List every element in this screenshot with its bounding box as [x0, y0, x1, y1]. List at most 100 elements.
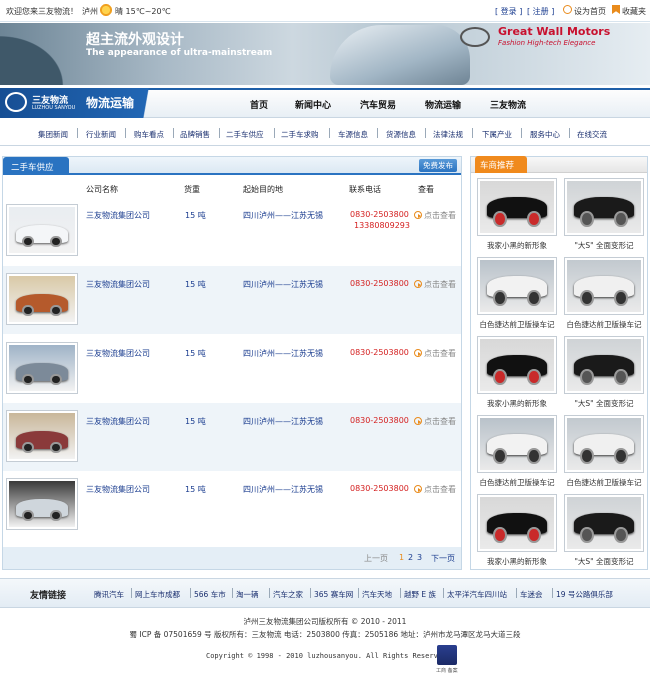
recommend-thumbnail[interactable]	[477, 336, 557, 394]
recommend-thumbnail[interactable]	[564, 494, 644, 552]
page-link-1[interactable]: 1	[399, 553, 404, 562]
page-link-3[interactable]: 3	[417, 553, 422, 562]
route: 四川泸州——江苏无锡	[243, 485, 323, 494]
company-name[interactable]: 三友物流集团公司	[86, 348, 150, 359]
phone-number: 0830-2503800	[350, 484, 409, 493]
cargo-weight: 15 吨	[185, 280, 206, 289]
subnav-item[interactable]: 在线交流	[577, 129, 607, 140]
company-name[interactable]: 三友物流集团公司	[86, 210, 150, 221]
recommend-caption[interactable]: 白色捷达前卫版操车记	[475, 477, 559, 488]
friend-link[interactable]: 网上车市成都	[135, 589, 180, 600]
favorite-link[interactable]: 收藏夹	[622, 6, 646, 17]
divider	[377, 128, 378, 138]
recommend-thumbnail[interactable]	[477, 415, 557, 473]
friend-link[interactable]: 566 车市	[194, 589, 226, 600]
friend-link[interactable]: 汽车之家	[273, 589, 303, 600]
subnav-item[interactable]: 下属产业	[482, 129, 512, 140]
recommend-caption[interactable]: "大S" 全面变形记	[562, 556, 646, 567]
nav-logistics[interactable]: 物流运输	[425, 98, 461, 111]
nav-car-trade[interactable]: 汽车贸易	[360, 98, 396, 111]
cargo-weight: 15 吨	[185, 211, 206, 220]
welcome-text: 欢迎您来三友物流！	[6, 7, 78, 16]
next-page-link[interactable]: 下一页	[431, 553, 455, 564]
friend-link[interactable]: 越野 E 族	[404, 589, 436, 600]
view-link-label: 点击查看	[424, 349, 456, 358]
site-logo[interactable]: 三友物流 LUZHOU SANYOU 物流运输	[0, 88, 180, 118]
friend-link[interactable]: 太平洋汽车四川站	[447, 589, 507, 600]
recommend-thumbnail[interactable]	[564, 415, 644, 473]
view-link-label: 点击查看	[424, 211, 456, 220]
recommend-caption[interactable]: 我家小黑的新形象	[475, 240, 559, 251]
view-link[interactable]: 点击查看	[414, 348, 456, 359]
recommend-thumbnail[interactable]	[564, 336, 644, 394]
subnav-item[interactable]: 集团新闻	[38, 129, 68, 140]
license-badge-icon[interactable]	[437, 645, 457, 665]
divider	[232, 588, 233, 598]
brand-slogan: Fashion High-tech Elegance	[498, 39, 596, 47]
recommend-caption[interactable]: 白色捷达前卫版操车记	[475, 319, 559, 330]
subnav-item[interactable]: 服务中心	[530, 129, 560, 140]
subnav-item[interactable]: 车源信息	[338, 129, 368, 140]
recommend-caption[interactable]: 我家小黑的新形象	[475, 556, 559, 567]
subnav-item[interactable]: 二手车求购	[281, 129, 319, 140]
publish-button[interactable]: 免费发布	[419, 159, 457, 172]
nav-sanyou[interactable]: 三友物流	[490, 98, 526, 111]
section-title: 物流运输	[86, 96, 135, 110]
view-link-label: 点击查看	[424, 485, 456, 494]
recommend-thumbnail[interactable]	[564, 178, 644, 236]
route: 四川泸州——江苏无锡	[243, 349, 323, 358]
company-name[interactable]: 三友物流集团公司	[86, 279, 150, 290]
divider	[125, 128, 126, 138]
subnav-item[interactable]: 购车看点	[134, 129, 164, 140]
recommend-thumbnail[interactable]	[477, 178, 557, 236]
car-thumbnail[interactable]	[6, 478, 78, 530]
recommend-caption[interactable]: 白色捷达前卫版操车记	[562, 319, 646, 330]
play-arrow-icon	[414, 211, 422, 219]
sun-icon	[99, 3, 113, 17]
phone-number: 0830-2503800	[350, 279, 409, 288]
recommend-caption[interactable]: 白色捷达前卫版操车记	[562, 477, 646, 488]
column-header-view: 查看	[418, 185, 434, 194]
company-name[interactable]: 三友物流集团公司	[86, 416, 150, 427]
recommend-caption[interactable]: "大S" 全面变形记	[562, 240, 646, 251]
login-link[interactable]: [ 登录 ]	[495, 6, 522, 17]
subnav-item[interactable]: 货源信息	[386, 129, 416, 140]
friend-link[interactable]: 汽车天地	[362, 589, 392, 600]
divider	[521, 128, 522, 138]
view-link[interactable]: 点击查看	[414, 279, 456, 290]
subnav-item[interactable]: 品牌销售	[180, 129, 210, 140]
friend-link[interactable]: 19 号公路俱乐部	[556, 589, 613, 600]
subnav-item[interactable]: 行业新闻	[86, 129, 116, 140]
nav-news[interactable]: 新闻中心	[295, 98, 331, 111]
page-link-2[interactable]: 2	[408, 553, 413, 562]
recommend-thumbnail[interactable]	[564, 257, 644, 315]
view-link[interactable]: 点击查看	[414, 484, 456, 495]
friend-link[interactable]: 车迷会	[520, 589, 543, 600]
set-homepage-link[interactable]: 设为首页	[574, 6, 606, 17]
recommend-caption[interactable]: "大S" 全面变形记	[562, 398, 646, 409]
view-link[interactable]: 点击查看	[414, 416, 456, 427]
cargo-weight: 15 吨	[185, 349, 206, 358]
recommend-caption[interactable]: 我家小黑的新形象	[475, 398, 559, 409]
banner-headline: 超主流外观设计	[86, 32, 184, 48]
car-thumbnail[interactable]	[6, 342, 78, 394]
recommend-thumbnail[interactable]	[477, 494, 557, 552]
divider	[131, 588, 132, 598]
car-thumbnail[interactable]	[6, 204, 78, 256]
friend-link[interactable]: 淘一辆	[236, 589, 259, 600]
friend-link[interactable]: 腾讯汽车	[94, 589, 124, 600]
recommend-thumbnail[interactable]	[477, 257, 557, 315]
nav-home[interactable]: 首页	[250, 98, 268, 111]
subnav-item[interactable]: 二手车供应	[226, 129, 264, 140]
car-thumbnail[interactable]	[6, 410, 78, 462]
prev-page-link[interactable]: 上一页	[364, 553, 388, 564]
company-name[interactable]: 三友物流集团公司	[86, 484, 150, 495]
divider	[400, 588, 401, 598]
car-thumbnail[interactable]	[6, 273, 78, 325]
register-link[interactable]: [ 注册 ]	[527, 6, 554, 17]
panel-tab: 二手车供应	[3, 157, 69, 175]
friend-link[interactable]: 365 赛车网	[314, 589, 353, 600]
hero-banner[interactable]: 超主流外观设计 The appearance of ultra-mainstre…	[0, 23, 650, 85]
view-link[interactable]: 点击查看	[414, 210, 456, 221]
subnav-item[interactable]: 法律法规	[433, 129, 463, 140]
